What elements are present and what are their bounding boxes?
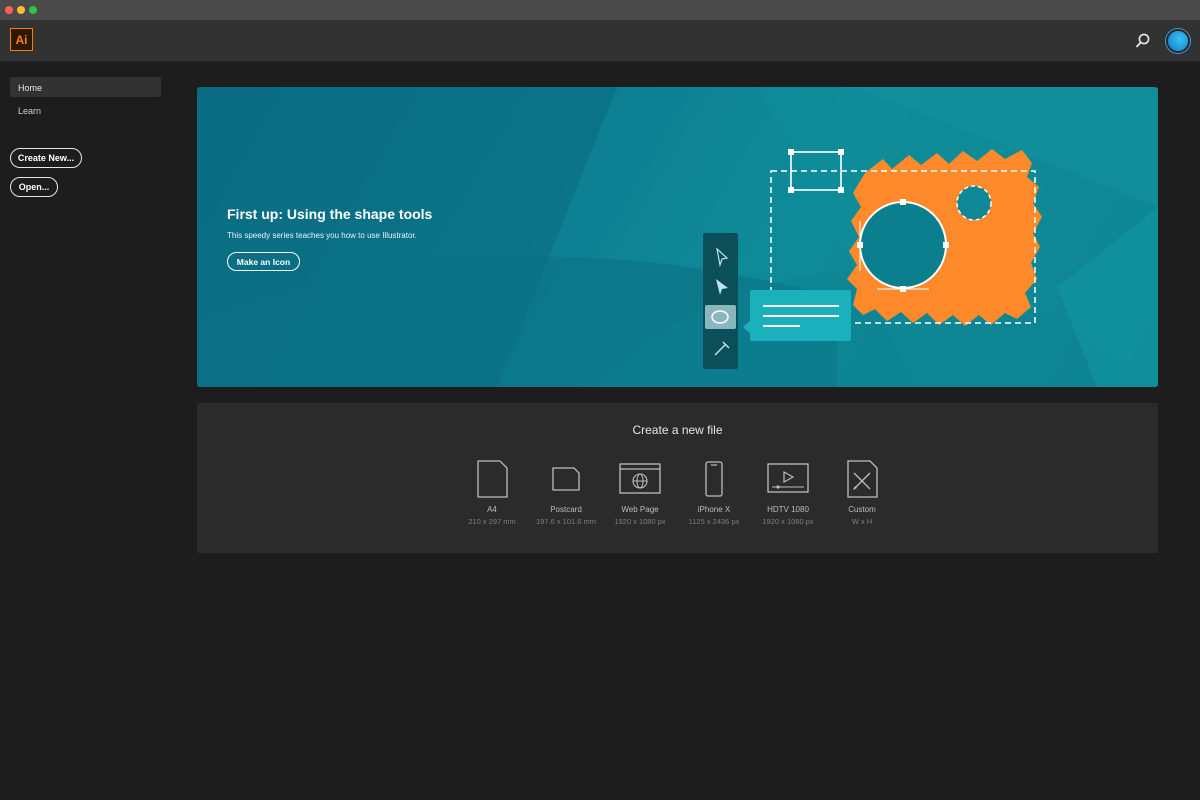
sidebar-item-learn[interactable]: Learn: [10, 100, 161, 120]
app-logo: Ai: [10, 28, 33, 51]
preset-size: 1920 x 1080 px: [762, 517, 814, 526]
preset-size: W x H: [851, 517, 873, 526]
preset-a4[interactable]: A4 210 x 297 mm: [455, 459, 529, 526]
preset-iphone-x[interactable]: iPhone X 1125 x 2436 px: [677, 459, 751, 526]
preset-size: 1920 x 1080 px: [614, 517, 666, 526]
preset-name: HDTV 1080: [767, 505, 809, 514]
document-icon: [477, 460, 508, 498]
hero-illustration: [703, 149, 1042, 369]
custom-icon: [847, 460, 878, 498]
zoom-window-button[interactable]: [29, 6, 37, 14]
preset-web-page[interactable]: Web Page 1920 x 1080 px: [603, 459, 677, 526]
close-window-button[interactable]: [5, 6, 13, 14]
hero-subtitle: This speedy series teaches you how to us…: [227, 231, 417, 240]
web-page-icon: [619, 463, 661, 494]
create-new-file-panel: Create a new file A4 210 x 297 mm Postca…: [197, 403, 1158, 553]
open-button[interactable]: Open...: [10, 177, 58, 197]
phone-icon: [705, 461, 723, 497]
sidebar: Home Learn Create New... Open...: [0, 62, 175, 800]
hero-title: First up: Using the shape tools: [227, 206, 433, 222]
preset-name: iPhone X: [697, 505, 731, 514]
search-icon[interactable]: [1134, 32, 1152, 50]
window-titlebar: [0, 0, 1200, 20]
user-avatar[interactable]: [1166, 29, 1190, 53]
app-header: Ai: [0, 20, 1200, 62]
sidebar-item-home[interactable]: Home: [10, 77, 161, 97]
preset-name: Custom: [848, 505, 876, 514]
preset-name: Web Page: [621, 505, 659, 514]
create-new-button[interactable]: Create New...: [10, 148, 82, 168]
preset-name: Postcard: [550, 505, 582, 514]
hero-banner: First up: Using the shape tools This spe…: [197, 87, 1158, 387]
preset-postcard[interactable]: Postcard 197.6 x 101.6 mm: [529, 459, 603, 526]
preset-name: A4: [487, 505, 497, 514]
preset-size: 210 x 297 mm: [468, 517, 516, 526]
preset-size: 197.6 x 101.6 mm: [535, 517, 597, 526]
minimize-window-button[interactable]: [17, 6, 25, 14]
create-new-file-title: Create a new file: [632, 423, 723, 437]
preset-hdtv-1080[interactable]: HDTV 1080 1920 x 1080 px: [751, 459, 825, 526]
preset-custom[interactable]: Custom W x H: [825, 459, 899, 526]
postcard-icon: [552, 467, 580, 491]
make-an-icon-button[interactable]: Make an Icon: [227, 252, 300, 271]
preset-size: 1125 x 2436 px: [688, 517, 740, 526]
hdtv-icon: [767, 463, 809, 493]
